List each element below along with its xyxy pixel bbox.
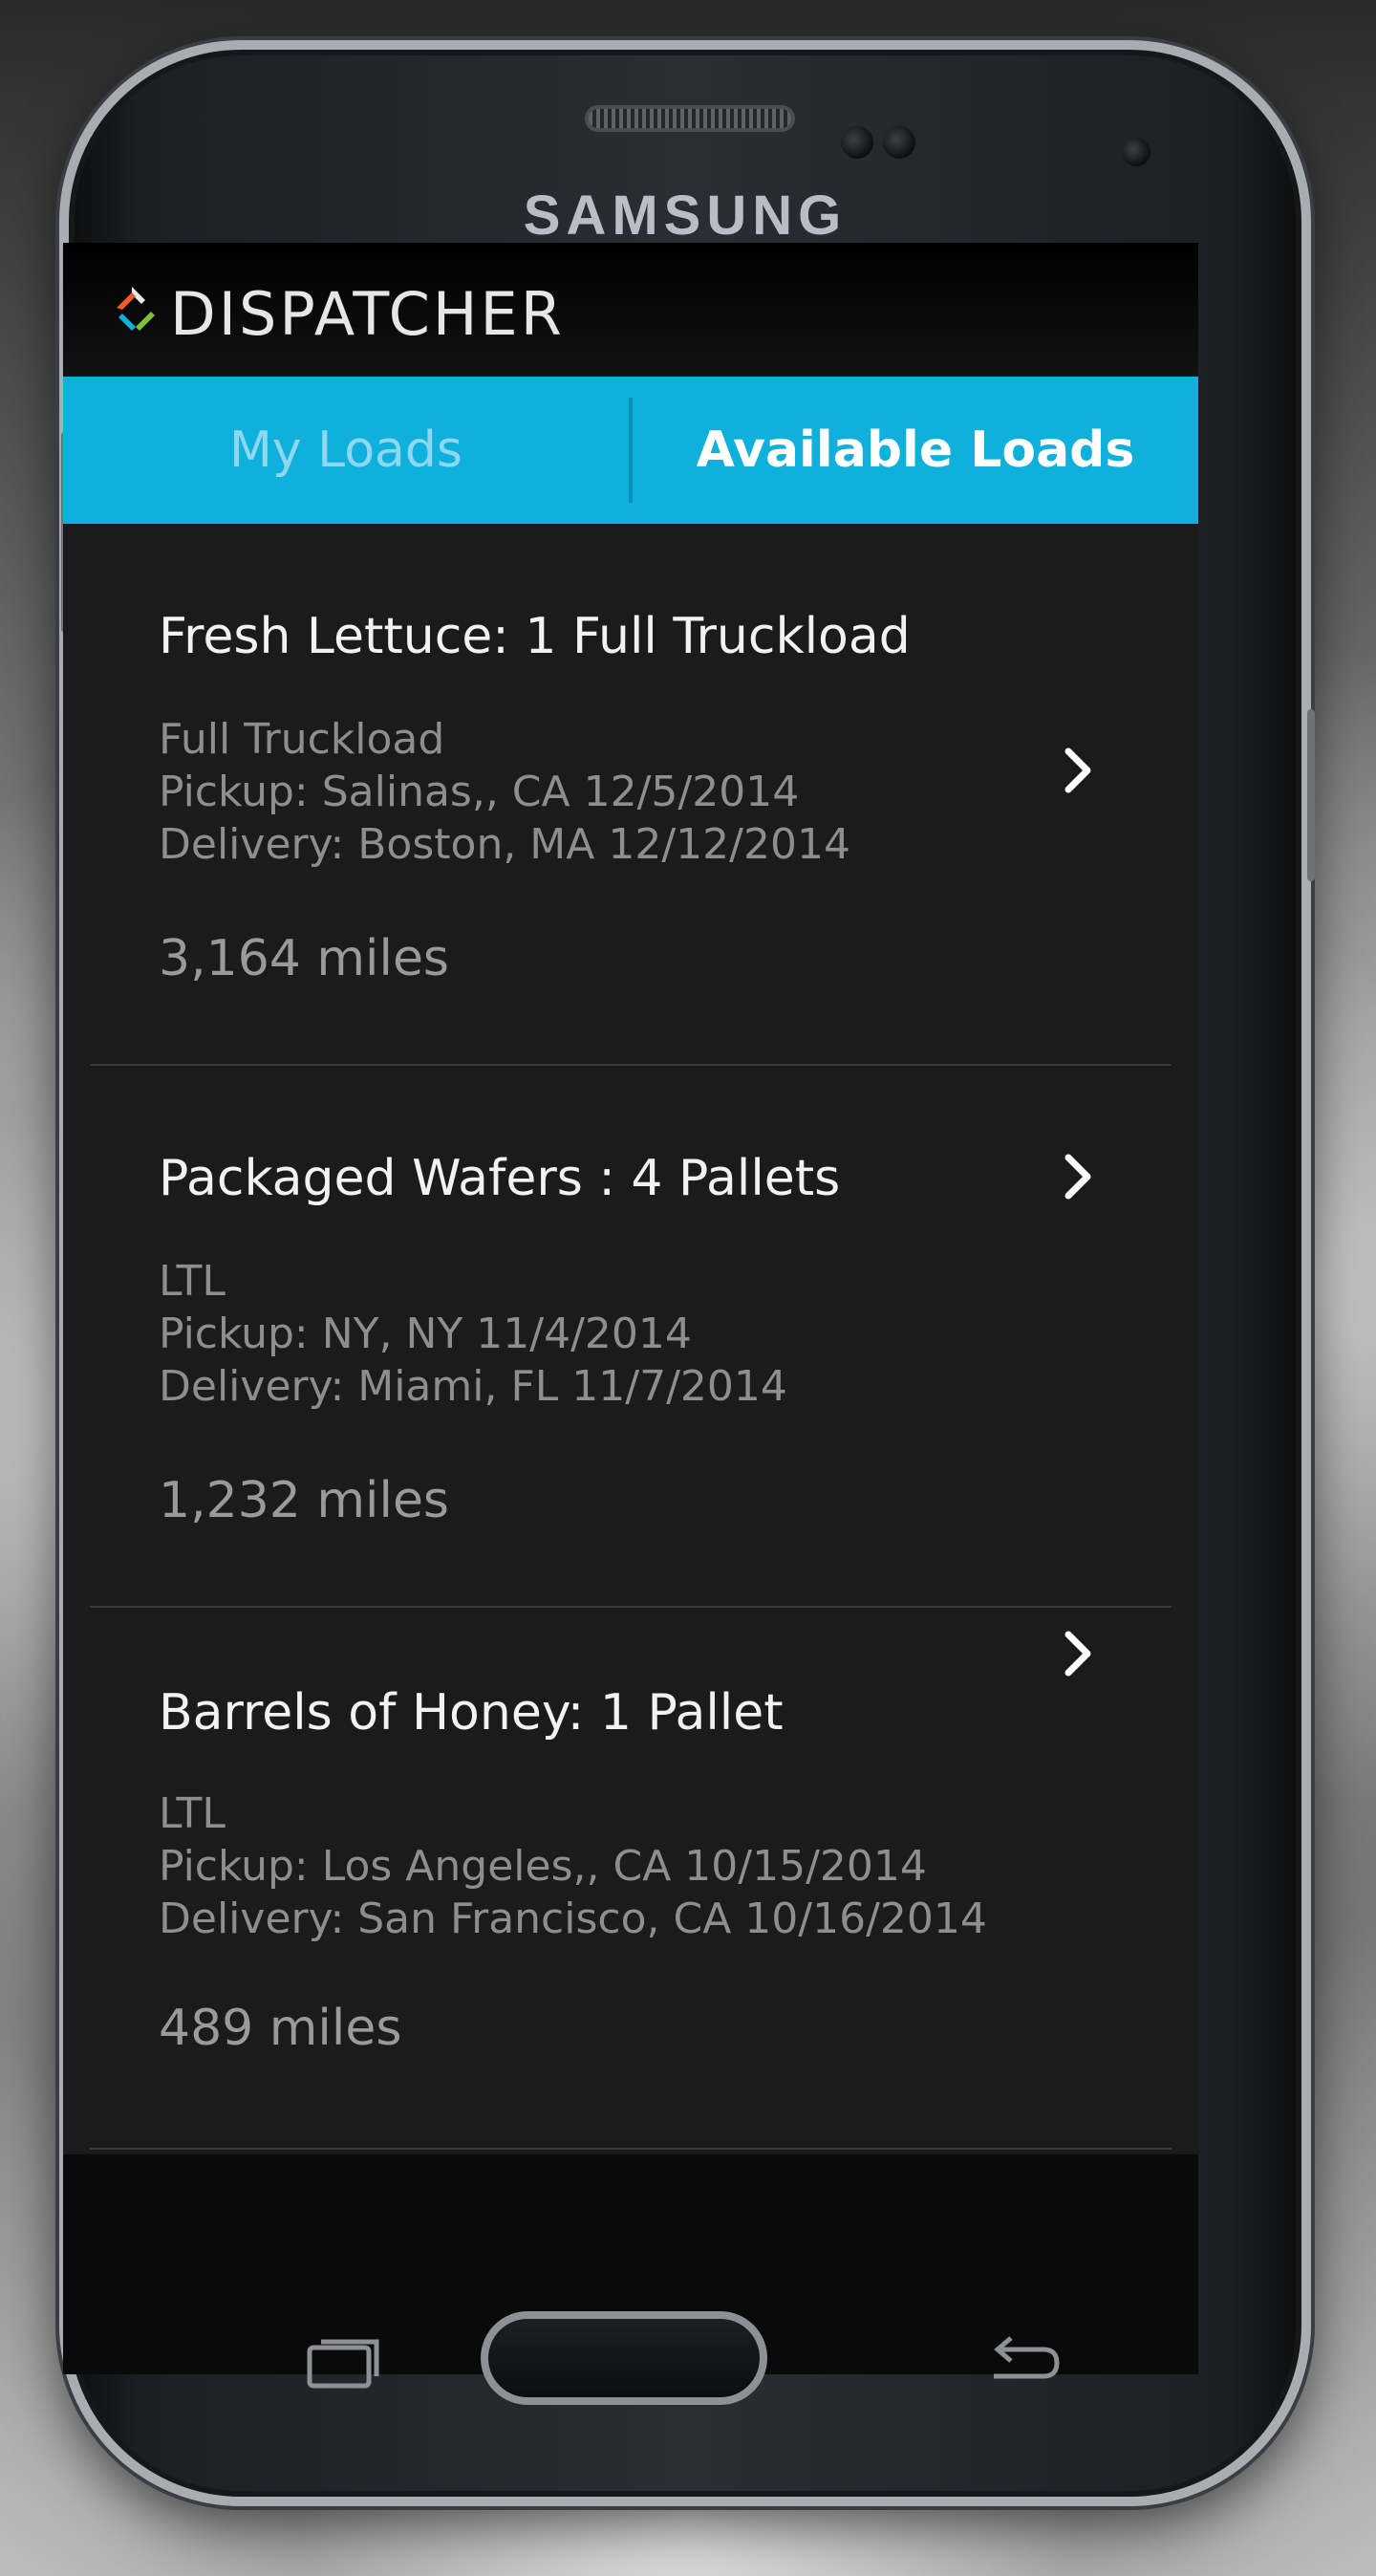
chevron-right-icon — [1064, 1631, 1091, 1677]
dispatcher-logo-icon — [117, 287, 155, 331]
load-pickup: Pickup: Salinas,, CA 12/5/2014 — [159, 768, 800, 816]
tab-available-loads[interactable]: Available Loads — [633, 377, 1198, 524]
chevron-right-icon — [1064, 747, 1091, 793]
load-title: Fresh Lettuce: 1 Full Truckload — [159, 608, 911, 665]
home-button[interactable] — [481, 2311, 767, 2405]
load-miles: 489 miles — [159, 2000, 402, 2057]
load-pickup: Pickup: NY, NY 11/4/2014 — [159, 1310, 692, 1358]
load-type: LTL — [159, 1257, 226, 1306]
load-title: Barrels of Honey: 1 Pallet — [159, 1684, 784, 1742]
recent-apps-icon[interactable] — [304, 2334, 384, 2392]
load-miles: 3,164 miles — [159, 930, 450, 987]
app-header: DISPATCHER — [63, 243, 1198, 377]
load-type: LTL — [159, 1789, 226, 1838]
chevron-right-icon — [1064, 1154, 1091, 1200]
load-delivery: Delivery: San Francisco, CA 10/16/2014 — [159, 1894, 987, 1943]
load-card[interactable]: Packaged Wafers : 4 Pallets LTL Pickup: … — [90, 1066, 1172, 1608]
earpiece-speaker — [585, 105, 795, 132]
load-delivery: Delivery: Boston, MA 12/12/2014 — [159, 820, 850, 869]
front-sensor — [841, 126, 873, 159]
loads-list: Fresh Lettuce: 1 Full Truckload Full Tru… — [63, 524, 1198, 2150]
load-delivery: Delivery: Miami, FL 11/7/2014 — [159, 1362, 787, 1411]
app-logo-text: DISPATCHER — [170, 279, 565, 349]
tab-bar: My Loads Available Loads — [63, 377, 1198, 524]
tab-my-loads[interactable]: My Loads — [63, 377, 629, 524]
power-button — [1307, 709, 1315, 881]
load-miles: 1,232 miles — [159, 1472, 450, 1529]
load-pickup: Pickup: Los Angeles,, CA 10/15/2014 — [159, 1842, 927, 1891]
load-card[interactable]: Fresh Lettuce: 1 Full Truckload Full Tru… — [90, 524, 1172, 1066]
front-camera — [1122, 138, 1150, 166]
device-brand: SAMSUNG — [523, 184, 848, 247]
front-sensor — [883, 126, 915, 159]
back-icon[interactable] — [982, 2332, 1063, 2390]
load-type: Full Truckload — [159, 715, 445, 764]
app-screen: DISPATCHER My Loads Available Loads Fres… — [63, 243, 1198, 2154]
load-card[interactable]: Barrels of Honey: 1 Pallet LTL Pickup: L… — [90, 1608, 1172, 2150]
load-title: Packaged Wafers : 4 Pallets — [159, 1150, 841, 1207]
